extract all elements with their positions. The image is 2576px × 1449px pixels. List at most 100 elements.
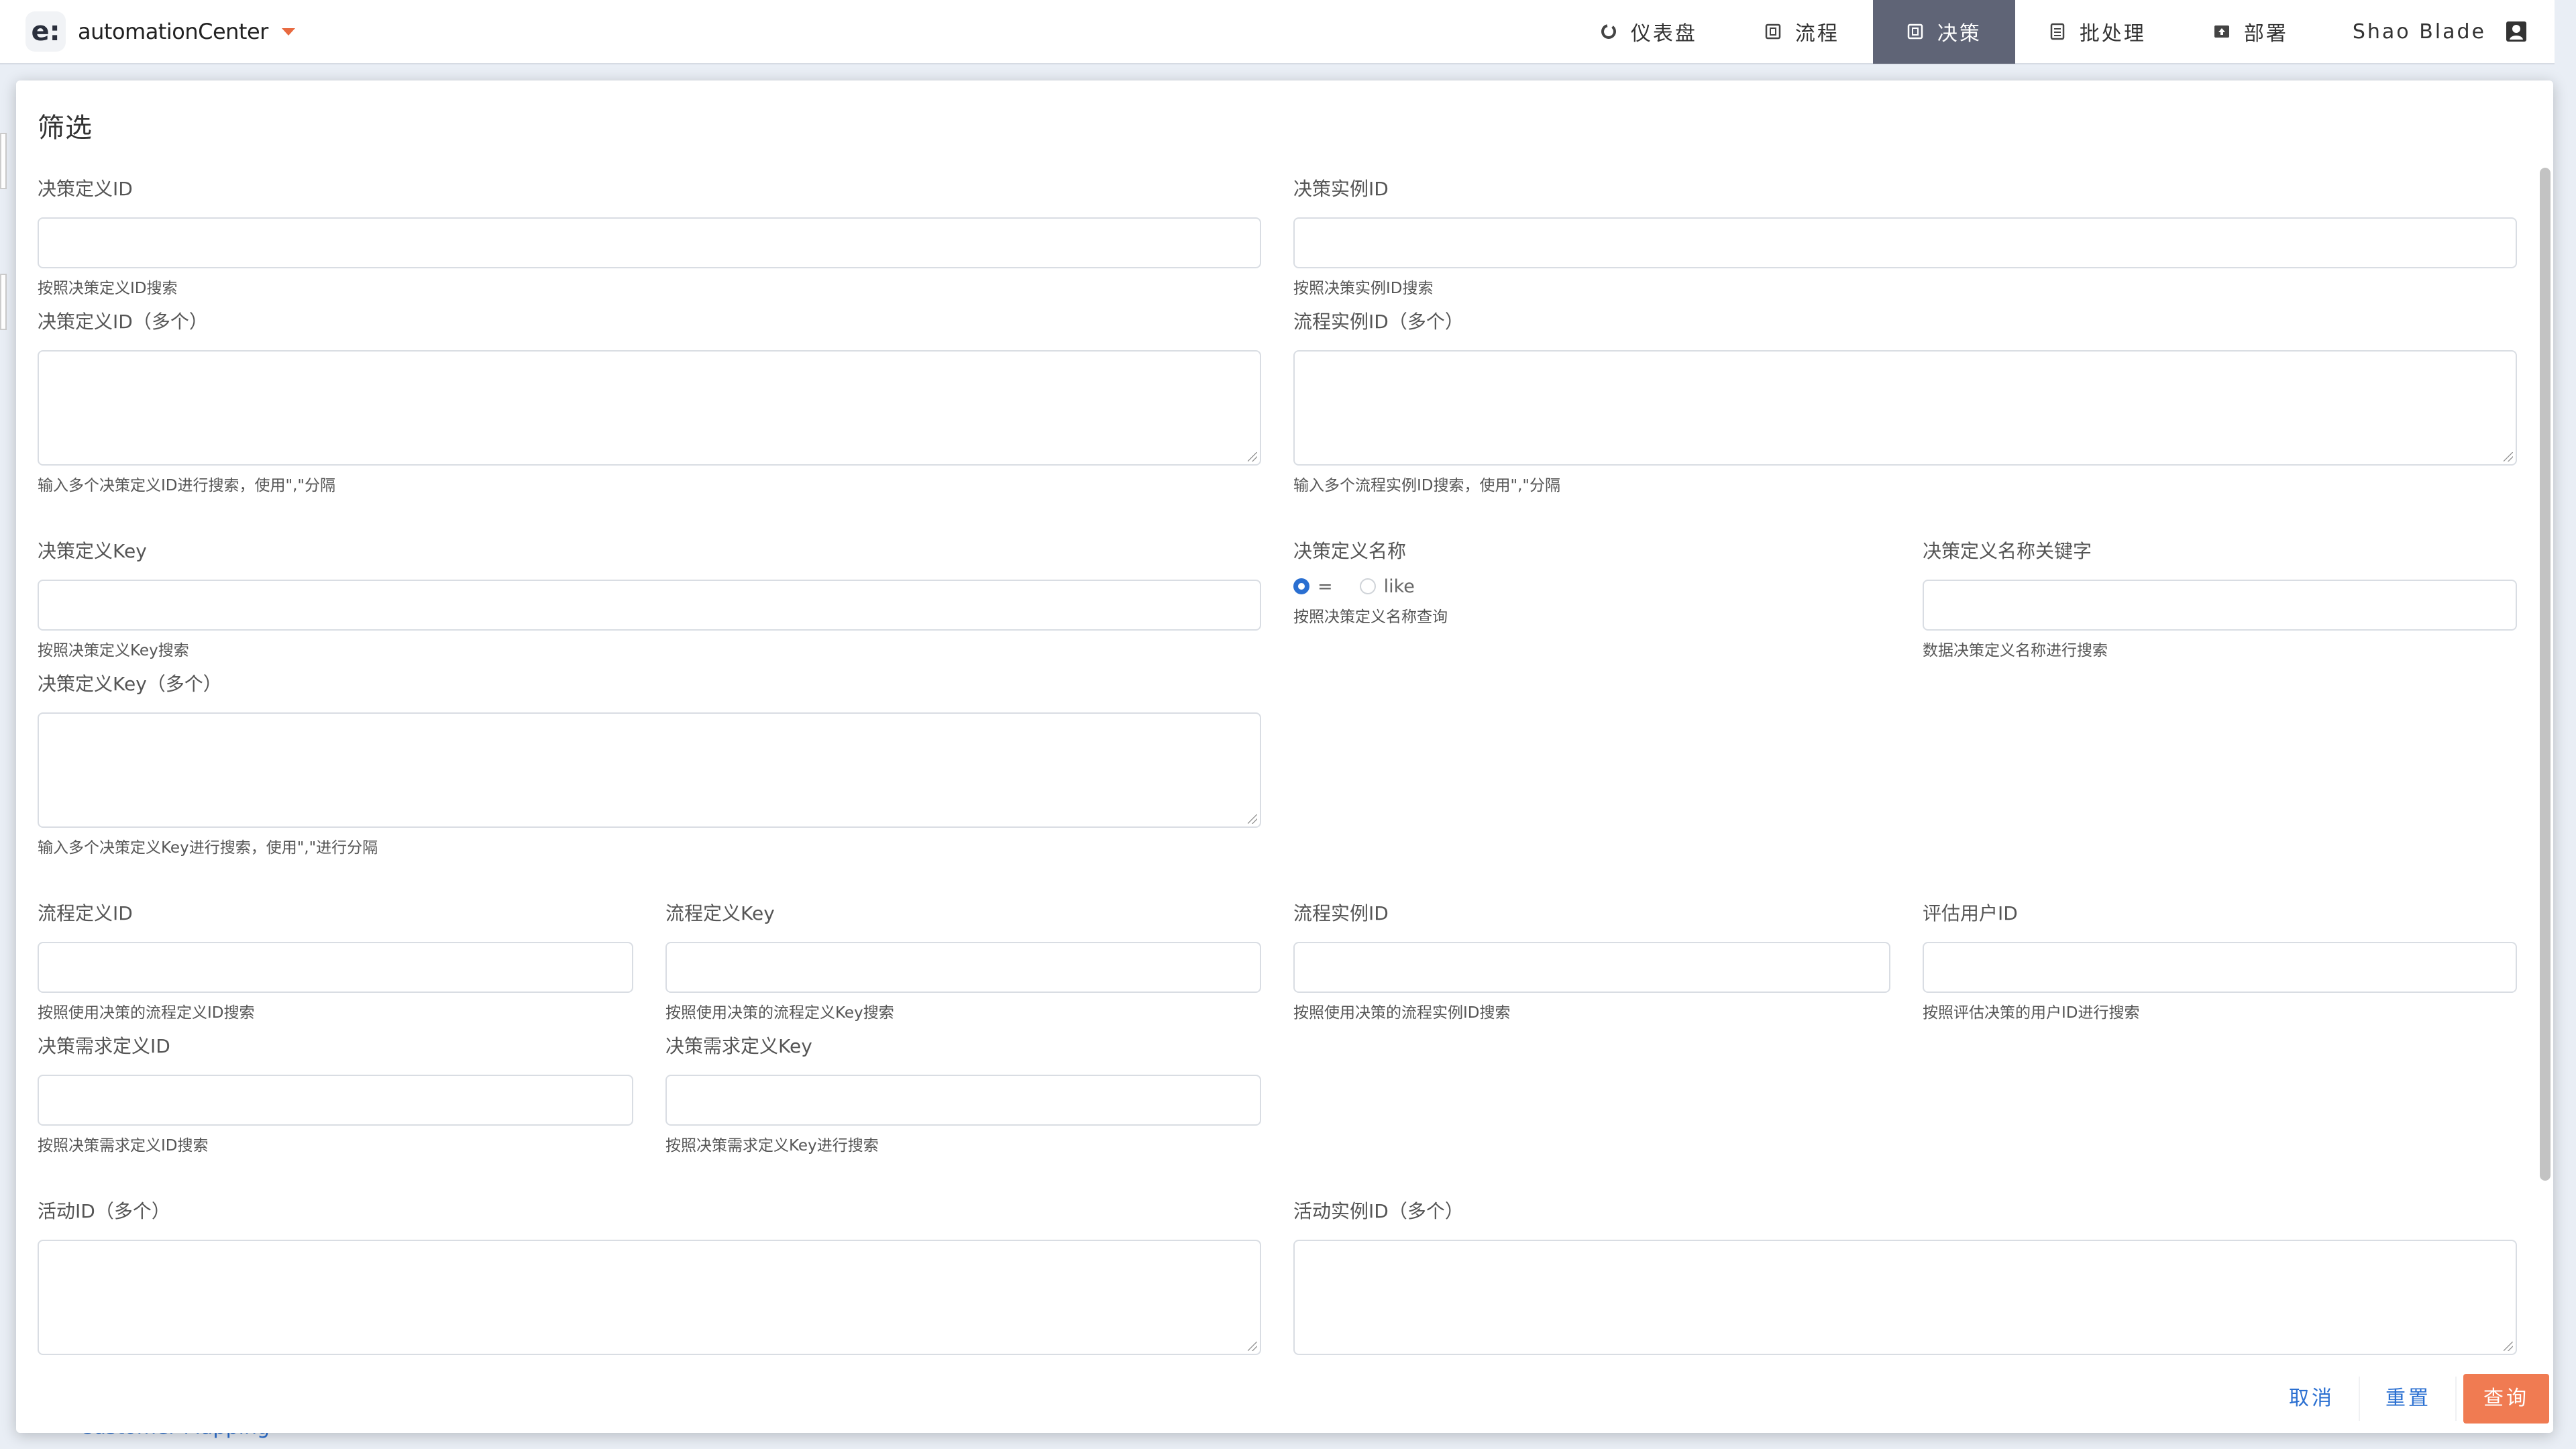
field-label: 决策定义ID <box>38 178 133 200</box>
field-help: 输入多个决策定义ID进行搜索，使用","分隔 <box>38 477 335 494</box>
cancel-button[interactable]: 取消 <box>2271 1374 2352 1424</box>
field-decision-def-id: 决策定义ID 按照决策定义ID搜索 <box>38 176 1261 299</box>
app-name: automationCenter <box>78 19 268 44</box>
radio-like[interactable]: like <box>1359 576 1415 597</box>
nav-label-process: 流程 <box>1794 22 1839 46</box>
nav-item-decision[interactable]: 决策 <box>1872 0 2015 64</box>
radio-unselected-icon[interactable] <box>1359 578 1376 594</box>
radio-label: = <box>1318 576 1333 597</box>
radio-selected-icon[interactable] <box>1293 578 1309 594</box>
field-label: 评估用户ID <box>1923 902 2018 924</box>
field-help: 输入多个流程实例ID搜索，使用","分隔 <box>1293 477 1560 494</box>
process-def-key-input[interactable] <box>665 942 1261 993</box>
field-decision-def-name-like: 决策定义名称关键字 数据决策定义名称进行搜索 <box>1923 538 2517 661</box>
activity-instance-ids-textarea[interactable] <box>1293 1240 2517 1355</box>
field-process-def-id: 流程定义ID 按照使用决策的流程定义ID搜索 <box>38 900 633 1024</box>
field-activity-instance-ids: 活动实例ID（多个） <box>1293 1198 2517 1355</box>
decision-def-id-input[interactable] <box>38 217 1261 268</box>
resize-grip-icon[interactable] <box>2504 452 2513 462</box>
field-drd-key: 决策需求定义Key 按照决策需求定义Key进行搜索 <box>665 1033 1261 1157</box>
field-label: 决策需求定义Key <box>665 1035 812 1057</box>
resize-grip-icon[interactable] <box>2504 1342 2513 1351</box>
field-user-id: 评估用户ID 按照评估决策的用户ID进行搜索 <box>1923 900 2517 1024</box>
process-instance-ids-textarea[interactable] <box>1293 350 2517 466</box>
field-process-instance-id: 流程实例ID 按照使用决策的流程实例ID搜索 <box>1293 900 1890 1024</box>
field-label: 决策定义Key（多个） <box>38 673 222 695</box>
app-logo: e: <box>25 11 66 52</box>
reset-button[interactable]: 重置 <box>2368 1374 2449 1424</box>
field-help: 按照使用决策的流程定义Key搜索 <box>665 1004 894 1022</box>
field-label: 流程实例ID（多个） <box>1293 311 1464 333</box>
deployment-icon <box>2213 23 2231 40</box>
nav-label-batch: 批处理 <box>2079 22 2146 46</box>
nav-label-decision: 决策 <box>1937 22 1982 46</box>
field-help: 按照使用决策的流程实例ID搜索 <box>1293 1004 1511 1022</box>
field-decision-def-name: 决策定义名称 = like 按照决策定义名称查询 <box>1293 538 1884 628</box>
field-label: 流程定义Key <box>665 902 775 924</box>
nav-item-batch[interactable]: 批处理 <box>2015 0 2180 64</box>
brand[interactable]: e: automationCenter <box>25 0 295 64</box>
query-button[interactable]: 查询 <box>2463 1374 2549 1424</box>
field-help: 按照决策定义名称查询 <box>1293 608 1448 626</box>
field-decision-def-key: 决策定义Key 按照决策定义Key搜索 <box>38 538 1261 661</box>
user-menu[interactable]: Shao Blade <box>2322 0 2555 64</box>
main-nav: 仪表盘 流程 决策 批处理 部署 Shao Blade <box>1566 0 2555 64</box>
field-label: 流程定义ID <box>38 902 133 924</box>
radio-equals[interactable]: = <box>1293 576 1333 597</box>
decision-def-key-input[interactable] <box>38 580 1261 631</box>
decision-icon <box>1907 23 1924 40</box>
field-label: 流程实例ID <box>1293 902 1389 924</box>
decision-instance-id-input[interactable] <box>1293 217 2517 268</box>
resize-grip-icon[interactable] <box>1248 452 1257 462</box>
button-divider <box>2455 1377 2457 1421</box>
field-label: 活动ID（多个） <box>38 1200 170 1222</box>
top-navbar: e: automationCenter 仪表盘 流程 决策 批处理 部署 Sha… <box>0 0 2555 64</box>
field-label: 活动实例ID（多个） <box>1293 1200 1464 1222</box>
field-label: 决策定义名称关键字 <box>1923 540 2092 562</box>
field-label: 决策定义Key <box>38 540 147 562</box>
field-help: 按照决策实例ID搜索 <box>1293 280 1434 297</box>
user-id-input[interactable] <box>1923 942 2517 993</box>
field-help: 按照决策需求定义Key进行搜索 <box>665 1137 879 1155</box>
nav-item-dashboard[interactable]: 仪表盘 <box>1566 0 1731 64</box>
drd-id-input[interactable] <box>38 1075 633 1126</box>
resize-grip-icon[interactable] <box>1248 1342 1257 1351</box>
field-help: 按照评估决策的用户ID进行搜索 <box>1923 1004 2140 1022</box>
field-label: 决策实例ID <box>1293 178 1389 200</box>
button-divider <box>2359 1377 2360 1421</box>
field-label: 决策定义ID（多个） <box>38 311 208 333</box>
name-match-radio-group: = like <box>1293 573 1884 600</box>
resize-grip-icon[interactable] <box>1248 814 1257 824</box>
background-panel-edge <box>0 133 7 189</box>
field-help: 按照决策需求定义ID搜索 <box>38 1137 209 1155</box>
field-help: 按照决策定义ID搜索 <box>38 280 178 297</box>
field-help: 输入多个决策定义Key进行搜索，使用","进行分隔 <box>38 839 378 857</box>
background-panel-edge <box>0 274 7 330</box>
field-activity-ids: 活动ID（多个） <box>38 1198 1261 1355</box>
drd-key-input[interactable] <box>665 1075 1261 1126</box>
decision-def-ids-textarea[interactable] <box>38 350 1261 466</box>
field-label: 决策需求定义ID <box>38 1035 170 1057</box>
nav-item-process[interactable]: 流程 <box>1731 0 1873 64</box>
process-instance-id-input[interactable] <box>1293 942 1890 993</box>
radio-label: like <box>1383 576 1415 597</box>
process-def-id-input[interactable] <box>38 942 633 993</box>
app-switcher-caret-icon[interactable] <box>281 28 295 36</box>
user-avatar-icon <box>2505 20 2528 43</box>
activity-ids-textarea[interactable] <box>38 1240 1261 1355</box>
nav-label-dashboard: 仪表盘 <box>1630 22 1697 46</box>
field-drd-id: 决策需求定义ID 按照决策需求定义ID搜索 <box>38 1033 633 1157</box>
filter-modal: 筛选 决策定义ID 按照决策定义ID搜索 决策实例ID 按照决策实例ID搜索 决… <box>16 80 2553 1433</box>
dashboard-icon <box>1600 23 1617 40</box>
field-help: 数据决策定义名称进行搜索 <box>1923 642 2108 659</box>
field-label: 决策定义名称 <box>1293 540 1407 562</box>
decision-def-name-like-input[interactable] <box>1923 580 2517 631</box>
decision-def-keys-textarea[interactable] <box>38 712 1261 828</box>
nav-label-deployment: 部署 <box>2243 22 2288 46</box>
process-icon <box>1764 23 1782 40</box>
nav-item-deployment[interactable]: 部署 <box>2180 0 2322 64</box>
user-name: Shao Blade <box>2352 19 2486 44</box>
field-process-instance-ids: 流程实例ID（多个） 输入多个流程实例ID搜索，使用","分隔 <box>1293 309 2517 496</box>
field-help: 按照使用决策的流程定义ID搜索 <box>38 1004 255 1022</box>
modal-scrollbar-thumb[interactable] <box>2540 168 2551 1181</box>
